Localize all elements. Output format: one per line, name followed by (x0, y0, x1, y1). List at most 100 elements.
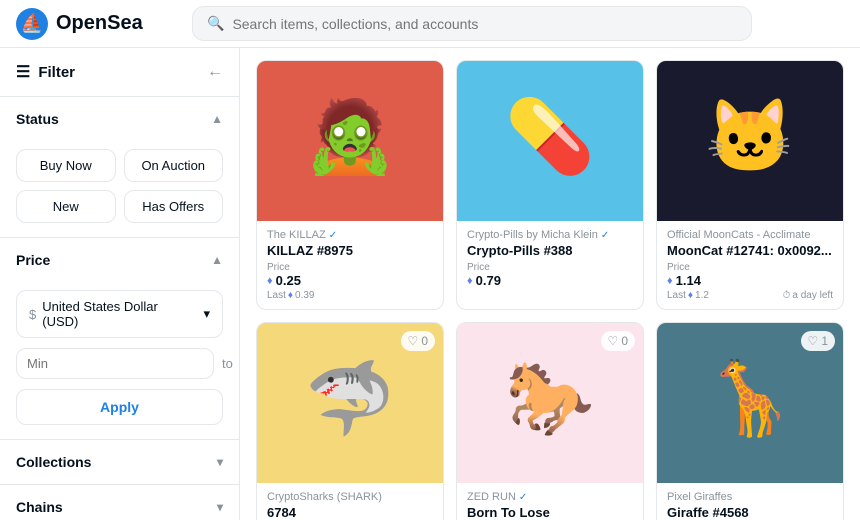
search-input[interactable] (232, 16, 737, 32)
chains-section: Chains ▾ (0, 485, 239, 520)
on-auction-button[interactable]: On Auction (124, 149, 224, 182)
nft-info: CryptoSharks (SHARK) 6784 Price ♦ 0.005 (257, 483, 443, 520)
like-count: 1 (821, 334, 828, 348)
dollar-icon: $ (29, 307, 36, 322)
min-price-input[interactable] (16, 348, 214, 379)
header: ⛵ OpenSea 🔍 (0, 0, 860, 48)
like-button[interactable]: ♡ 1 (801, 331, 835, 351)
last-sale: Last ♦ 0.39 (267, 290, 314, 301)
status-grid: Buy Now On Auction New Has Offers (0, 141, 239, 237)
chains-section-header[interactable]: Chains ▾ (0, 485, 239, 520)
status-section-header[interactable]: Status ▲ (0, 97, 239, 141)
nft-price-row: Price ♦ 1.14 Last ♦ 1.2 ⏱ a day left (667, 262, 833, 301)
last-sale: Last ♦ 1.2 (667, 290, 709, 301)
svg-text:🐱: 🐱 (705, 97, 795, 177)
price-section: Price ▲ $ United States Dollar (USD) ▾ t… (0, 238, 239, 440)
nft-image: 🦈 ♡ 0 (257, 323, 443, 483)
collection-name: Crypto-Pills by Micha Klein (467, 229, 598, 241)
status-label: Status (16, 111, 59, 127)
status-chevron: ▲ (211, 112, 223, 126)
nft-price-row: Price ♦ 0.79 (467, 262, 633, 288)
logo-text: OpenSea (56, 12, 143, 35)
nft-collection: ZED RUN ✓ (467, 491, 633, 503)
price-content: $ United States Dollar (USD) ▾ to Apply (0, 282, 239, 439)
nft-card-killaz[interactable]: 🧟 The KILLAZ ✓ KILLAZ #8975 Price ♦ 0.25 (256, 60, 444, 310)
nft-info: The KILLAZ ✓ KILLAZ #8975 Price ♦ 0.25 L… (257, 221, 443, 309)
price-chevron: ▲ (211, 253, 223, 267)
nft-card-zed-run[interactable]: 🐎 ♡ 0 ZED RUN ✓ Born To Lose Best Offer (456, 322, 644, 520)
chains-label: Chains (16, 499, 63, 515)
eth-icon: ♦ (267, 275, 273, 287)
nft-name: MoonCat #12741: 0x0092... (667, 243, 833, 258)
price-value: ♦ 1.14 (667, 273, 709, 288)
heart-icon: ♡ (808, 334, 819, 348)
svg-text:🐎: 🐎 (505, 359, 595, 439)
heart-icon: ♡ (408, 334, 419, 348)
collections-section-header[interactable]: Collections ▾ (0, 440, 239, 484)
price-label: Price (667, 262, 709, 273)
price-label: Price (267, 262, 314, 273)
price-value: ♦ 0.79 (467, 273, 501, 288)
nft-card-cryptosharks[interactable]: 🦈 ♡ 0 CryptoSharks (SHARK) 6784 Price (256, 322, 444, 520)
sidebar: ☰ Filter ← Status ▲ Buy Now On Auction N… (0, 48, 240, 520)
like-button[interactable]: ♡ 0 (401, 331, 435, 351)
heart-icon: ♡ (608, 334, 619, 348)
back-button[interactable]: ← (207, 63, 223, 81)
status-section: Status ▲ Buy Now On Auction New Has Offe… (0, 97, 239, 238)
verified-icon: ✓ (601, 230, 609, 241)
filter-title: ☰ Filter (16, 62, 75, 82)
sidebar-header: ☰ Filter ← (0, 48, 239, 97)
like-button[interactable]: ♡ 0 (601, 331, 635, 351)
buy-now-button[interactable]: Buy Now (16, 149, 116, 182)
collections-chevron: ▾ (217, 455, 223, 469)
filter-icon: ☰ (16, 62, 30, 82)
currency-chevron: ▾ (203, 306, 210, 322)
collections-label: Collections (16, 454, 91, 470)
collections-section: Collections ▾ (0, 440, 239, 485)
has-offers-button[interactable]: Has Offers (124, 190, 224, 223)
nft-image: 💊 (457, 61, 643, 221)
nft-card-pixel-giraffes[interactable]: 🦒 ♡ 1 Pixel Giraffes Giraffe #4568 Price (656, 322, 844, 520)
filter-label: Filter (38, 64, 75, 81)
price-to: to (222, 356, 233, 371)
collection-name: ZED RUN (467, 491, 516, 503)
price-value: ♦ 0.25 (267, 273, 314, 288)
timer: ⏱ a day left (783, 290, 833, 301)
nft-info: Crypto-Pills by Micha Klein ✓ Crypto-Pil… (457, 221, 643, 296)
price-section-header[interactable]: Price ▲ (0, 238, 239, 282)
search-icon: 🔍 (207, 15, 224, 32)
like-count: 0 (421, 334, 428, 348)
currency-select[interactable]: $ United States Dollar (USD) ▾ (16, 290, 223, 338)
apply-button[interactable]: Apply (16, 389, 223, 425)
nft-info: ZED RUN ✓ Born To Lose Best Offer ♦ 0.04… (457, 483, 643, 520)
svg-text:💊: 💊 (505, 93, 595, 179)
price-label: Price (467, 262, 501, 273)
nft-name: Crypto-Pills #388 (467, 243, 633, 258)
nft-collection: CryptoSharks (SHARK) (267, 491, 433, 503)
collection-name: The KILLAZ (267, 229, 326, 241)
nft-info: Official MoonCats - Acclimate MoonCat #1… (657, 221, 843, 309)
nft-card-crypto-pills[interactable]: 💊 Crypto-Pills by Micha Klein ✓ Crypto-P… (456, 60, 644, 310)
nft-collection: Crypto-Pills by Micha Klein ✓ (467, 229, 633, 241)
nft-grid: 🧟 The KILLAZ ✓ KILLAZ #8975 Price ♦ 0.25 (248, 48, 852, 520)
nft-collection: Official MoonCats - Acclimate (667, 229, 833, 241)
new-button[interactable]: New (16, 190, 116, 223)
eth-icon: ♦ (667, 275, 673, 287)
price-range: to (16, 348, 223, 379)
nft-collection: Pixel Giraffes (667, 491, 833, 503)
nft-image: 🧟 (257, 61, 443, 221)
opensea-logo: ⛵ (16, 8, 48, 40)
nft-info: Pixel Giraffes Giraffe #4568 Price ♦ 0.0… (657, 483, 843, 520)
svg-text:🦈: 🦈 (305, 357, 395, 439)
svg-text:🧟: 🧟 (305, 95, 395, 177)
price-amount: 0.25 (276, 273, 301, 288)
nft-card-mooncats[interactable]: 🐱 Official MoonCats - Acclimate MoonCat … (656, 60, 844, 310)
logo-area: ⛵ OpenSea (16, 8, 176, 40)
collection-name: Pixel Giraffes (667, 491, 732, 503)
verified-icon: ✓ (329, 230, 337, 241)
nft-name: 6784 (267, 505, 433, 520)
nft-content: 🧟 The KILLAZ ✓ KILLAZ #8975 Price ♦ 0.25 (240, 48, 860, 520)
nft-name: Born To Lose (467, 505, 633, 520)
search-bar[interactable]: 🔍 (192, 6, 752, 41)
nft-price-row: Price ♦ 0.25 Last ♦ 0.39 (267, 262, 433, 301)
